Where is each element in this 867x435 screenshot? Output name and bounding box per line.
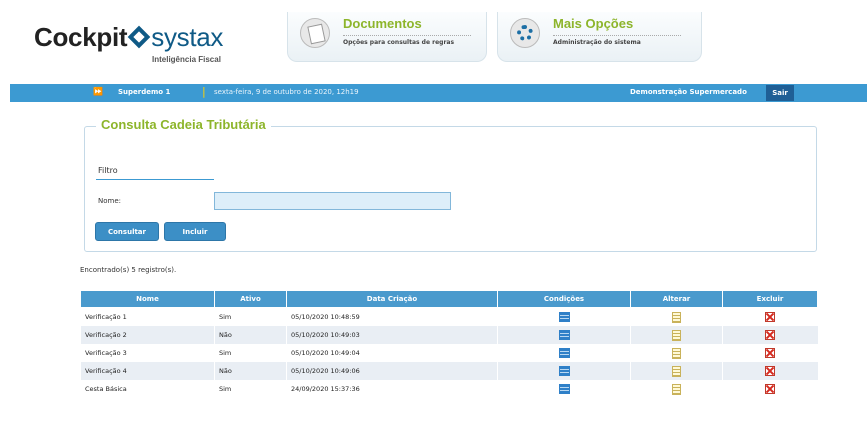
logo-text-systax: systax [151, 22, 224, 52]
fast-forward-icon: ⏩ [93, 87, 103, 96]
conditions-list-icon[interactable] [558, 330, 570, 340]
results-table: Nome Ativo Data Criação Condições Altera… [80, 290, 818, 398]
cell-excluir [722, 380, 818, 398]
cell-data-criacao: 05/10/2020 10:48:59 [286, 307, 498, 326]
menu-tab-subtitle: Administração do sistema [553, 39, 641, 46]
logo-diamond-icon [127, 25, 151, 49]
cell-nome: Cesta Básica [80, 380, 215, 398]
divider [343, 35, 471, 36]
page-title: Consulta Cadeia Tributária [96, 117, 271, 132]
divider [553, 35, 681, 36]
column-header-ativo[interactable]: Ativo [214, 290, 287, 308]
edit-document-icon[interactable] [672, 365, 681, 377]
name-label: Nome: [98, 197, 122, 205]
edit-document-icon[interactable] [672, 347, 681, 359]
filter-heading: Filtro [98, 166, 118, 175]
cell-ativo: Sim [214, 344, 287, 362]
column-header-nome[interactable]: Nome [80, 290, 215, 308]
table-row: Verificação 2 Não 05/10/2020 10:49:03 [80, 326, 818, 344]
conditions-list-icon[interactable] [558, 366, 570, 376]
document-icon [300, 18, 330, 48]
logout-button[interactable]: Sair [766, 85, 794, 101]
edit-document-icon[interactable] [672, 383, 681, 395]
cell-data-criacao: 05/10/2020 10:49:03 [286, 326, 498, 344]
cell-excluir [722, 326, 818, 344]
add-button[interactable]: Incluir [164, 222, 226, 241]
company-name: Demonstração Supermercado [630, 88, 747, 96]
edit-document-icon[interactable] [672, 329, 681, 341]
cell-condicoes [497, 362, 631, 380]
cell-alterar [630, 344, 723, 362]
cell-nome: Verificação 1 [80, 307, 215, 326]
menu-tab-mais-opcoes[interactable]: Mais Opções Administração do sistema [497, 12, 702, 62]
gear-icon [510, 18, 540, 48]
cell-ativo: Sim [214, 380, 287, 398]
cell-alterar [630, 362, 723, 380]
cell-excluir [722, 307, 818, 326]
filter-divider [96, 179, 214, 180]
user-name-link[interactable]: Superdemo 1 [118, 88, 170, 96]
logo-tagline: Inteligência Fiscal [152, 55, 221, 64]
cell-data-criacao: 05/10/2020 10:49:04 [286, 344, 498, 362]
table-row: Verificação 1 Sim 05/10/2020 10:48:59 [80, 307, 818, 326]
cell-nome: Verificação 3 [80, 344, 215, 362]
cell-ativo: Não [214, 326, 287, 344]
table-header-row: Nome Ativo Data Criação Condições Altera… [80, 290, 818, 308]
table-row: Verificação 4 Não 05/10/2020 10:49:06 [80, 362, 818, 380]
column-header-alterar: Alterar [630, 290, 723, 308]
top-status-bar: ⏩ Superdemo 1 | sexta-feira, 9 de outubr… [10, 84, 867, 102]
name-input[interactable] [214, 192, 451, 210]
cell-condicoes [497, 326, 631, 344]
delete-icon[interactable] [765, 384, 776, 394]
cell-nome: Verificação 2 [80, 326, 215, 344]
app-header: Cockpit systax Inteligência Fiscal Docume… [0, 0, 867, 82]
logo-text-cockpit: Cockpit [34, 22, 128, 52]
conditions-list-icon[interactable] [558, 312, 570, 322]
search-button[interactable]: Consultar [95, 222, 159, 241]
edit-document-icon[interactable] [672, 311, 681, 323]
current-date: sexta-feira, 9 de outubro de 2020, 12h19 [214, 88, 359, 96]
cell-alterar [630, 307, 723, 326]
cell-excluir [722, 362, 818, 380]
separator: | [202, 85, 206, 98]
cell-data-criacao: 05/10/2020 10:49:06 [286, 362, 498, 380]
cell-condicoes [497, 344, 631, 362]
conditions-list-icon[interactable] [558, 348, 570, 358]
cell-condicoes [497, 380, 631, 398]
cell-data-criacao: 24/09/2020 15:37:36 [286, 380, 498, 398]
cell-alterar [630, 380, 723, 398]
column-header-excluir: Excluir [722, 290, 818, 308]
menu-tab-subtitle: Opções para consultas de regras [343, 39, 455, 46]
cell-nome: Verificação 4 [80, 362, 215, 380]
table-row: Cesta Básica Sim 24/09/2020 15:37:36 [80, 380, 818, 398]
menu-tab-documentos[interactable]: Documentos Opções para consultas de regr… [287, 12, 487, 62]
column-header-condicoes: Condições [497, 290, 631, 308]
delete-icon[interactable] [765, 366, 776, 376]
cell-excluir [722, 344, 818, 362]
delete-icon[interactable] [765, 312, 776, 322]
cell-condicoes [497, 307, 631, 326]
cell-alterar [630, 326, 723, 344]
menu-tab-title: Documentos [343, 16, 422, 31]
cell-ativo: Não [214, 362, 287, 380]
delete-icon[interactable] [765, 348, 776, 358]
results-count: Encontrado(s) 5 registro(s). [80, 266, 177, 274]
cell-ativo: Sim [214, 307, 287, 326]
conditions-list-icon[interactable] [558, 384, 570, 394]
cockpit-systax-logo[interactable]: Cockpit systax Inteligência Fiscal [34, 22, 224, 64]
delete-icon[interactable] [765, 330, 776, 340]
column-header-data-criacao[interactable]: Data Criação [286, 290, 498, 308]
menu-tab-title: Mais Opções [553, 16, 634, 31]
table-row: Verificação 3 Sim 05/10/2020 10:49:04 [80, 344, 818, 362]
